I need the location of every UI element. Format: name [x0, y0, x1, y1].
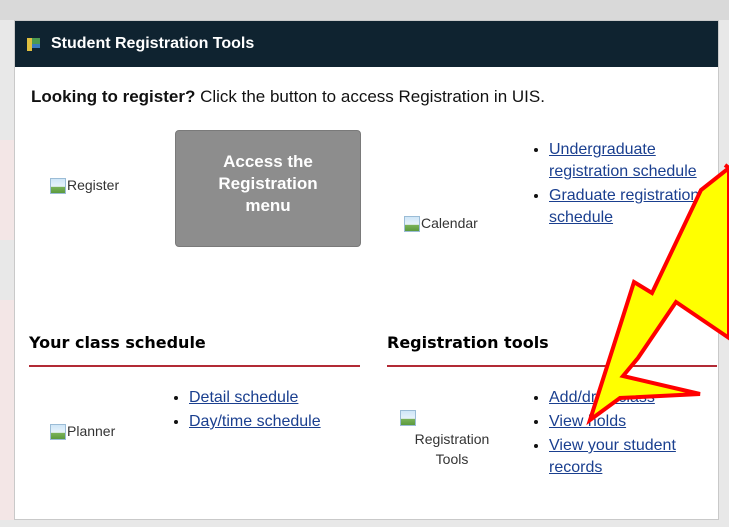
- list-item: Add/drop class: [549, 387, 724, 409]
- registration-tools-image: Registration Tools: [397, 409, 507, 469]
- list-item: Undergraduate registration schedule: [549, 139, 719, 183]
- detail-schedule-link[interactable]: Detail schedule: [189, 389, 298, 406]
- calendar-links: Undergraduate registration schedule Grad…: [527, 139, 719, 231]
- page-background-strip: [0, 0, 729, 20]
- planner-image: Planner: [49, 423, 115, 441]
- class-schedule-links: Detail schedule Day/time schedule: [167, 387, 339, 435]
- button-line-1: Access the: [223, 152, 313, 171]
- background-decoration: [0, 140, 14, 240]
- undergraduate-schedule-link[interactable]: Undergraduate registration schedule: [549, 141, 697, 180]
- add-drop-class-link[interactable]: Add/drop class: [549, 389, 655, 406]
- calendar-app-icon: [27, 37, 41, 51]
- graduate-schedule-link[interactable]: Graduate registration schedule: [549, 187, 699, 226]
- list-item: Graduate registration schedule: [549, 185, 719, 229]
- planner-image-alt: Planner: [67, 423, 116, 439]
- button-line-2: Registration: [218, 174, 318, 193]
- broken-image-icon: [403, 215, 421, 233]
- calendar-image-alt: Calendar: [421, 215, 478, 231]
- intro-rest: Click the button to access Registration …: [195, 87, 545, 106]
- view-student-records-link[interactable]: View your student records: [549, 437, 676, 476]
- register-image: Register: [49, 177, 119, 195]
- class-schedule-heading: Your class schedule: [29, 333, 206, 352]
- panel-header: Student Registration Tools: [15, 21, 718, 67]
- broken-image-icon: [49, 177, 67, 195]
- broken-image-icon: [399, 409, 417, 427]
- list-item: Day/time schedule: [189, 411, 339, 433]
- list-item: Detail schedule: [189, 387, 339, 409]
- calendar-image: Calendar: [403, 215, 478, 233]
- registration-tools-links: Add/drop class View holds View your stud…: [527, 387, 724, 481]
- button-line-3: menu: [245, 196, 291, 215]
- background-decoration: [0, 300, 14, 520]
- broken-image-icon: [49, 423, 67, 441]
- register-image-alt: Register: [67, 177, 120, 193]
- list-item: View your student records: [549, 435, 724, 479]
- panel-title: Student Registration Tools: [51, 35, 255, 52]
- intro-text: Looking to register? Click the button to…: [31, 87, 545, 107]
- access-registration-menu-button[interactable]: Access the Registration menu: [175, 130, 361, 247]
- registration-tools-heading: Registration tools: [387, 333, 549, 352]
- intro-bold: Looking to register?: [31, 87, 196, 106]
- registration-tools-panel: Student Registration Tools Looking to re…: [14, 20, 719, 520]
- section-divider: [387, 365, 717, 367]
- list-item: View holds: [549, 411, 724, 433]
- registration-tools-alt-line2: Tools: [435, 451, 469, 467]
- view-holds-link[interactable]: View holds: [549, 413, 626, 430]
- section-divider: [29, 365, 360, 367]
- day-time-schedule-link[interactable]: Day/time schedule: [189, 413, 321, 430]
- registration-tools-alt-line1: Registration: [414, 431, 490, 447]
